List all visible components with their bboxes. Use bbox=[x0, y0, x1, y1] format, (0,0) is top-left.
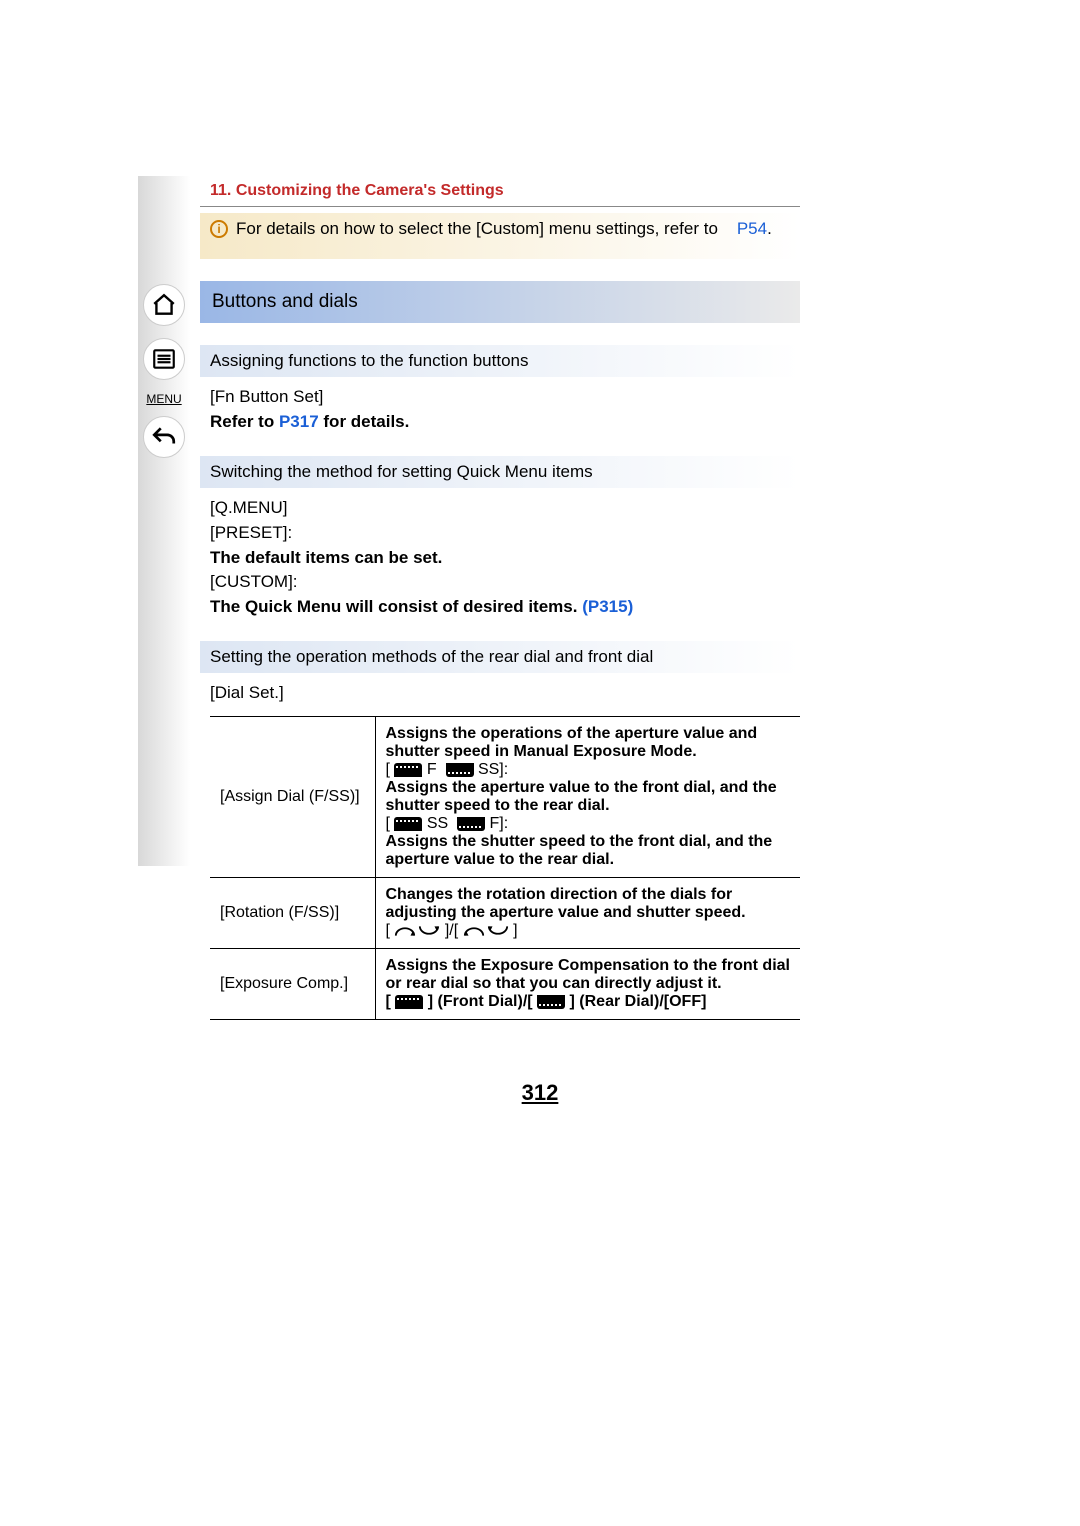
front-dial-icon bbox=[394, 817, 422, 831]
period: . bbox=[767, 219, 772, 238]
table-row: [Rotation (F/SS)] Changes the rotation d… bbox=[210, 878, 800, 949]
row-label: [Assign Dial (F/SS)] bbox=[210, 717, 375, 878]
rear-dial-icon bbox=[537, 995, 565, 1009]
front-dial-icon bbox=[395, 995, 423, 1009]
rear-dial-icon bbox=[446, 763, 474, 777]
opt2-desc: Assigns the shutter speed to the front d… bbox=[386, 833, 791, 869]
fn-item: [Fn Button Set] bbox=[210, 385, 790, 410]
opt-rear: ] (Rear Dial)/ bbox=[570, 993, 664, 1010]
rear-dial-icon bbox=[457, 817, 485, 831]
refer-prefix: Refer to bbox=[210, 412, 279, 431]
table-row: [Exposure Comp.] Assigns the Exposure Co… bbox=[210, 949, 800, 1020]
dial-item: [Dial Set.] bbox=[210, 681, 790, 706]
table-row: [Assign Dial (F/SS)] Assigns the operati… bbox=[210, 717, 800, 878]
row-label: [Rotation (F/SS)] bbox=[210, 878, 375, 949]
chapter-title: Customizing the Camera's Settings bbox=[236, 182, 504, 199]
page-number: 312 bbox=[0, 1080, 1080, 1106]
refer-suffix: for details. bbox=[319, 412, 410, 431]
info-banner: i For details on how to select the [Cust… bbox=[200, 213, 800, 259]
opt-front: ] (Front Dial)/ bbox=[428, 993, 528, 1010]
rotation-ccw-icon bbox=[463, 922, 509, 940]
front-dial-icon bbox=[394, 763, 422, 777]
custom-label: [CUSTOM]: bbox=[210, 570, 790, 595]
row-desc: Changes the rotation direction of the di… bbox=[386, 886, 791, 922]
opt-off: [OFF] bbox=[664, 993, 707, 1010]
custom-desc: The Quick Menu will consist of desired i… bbox=[210, 597, 582, 616]
menu-button[interactable]: MENU bbox=[146, 392, 181, 406]
back-icon bbox=[151, 424, 177, 450]
subheader-qmenu: Switching the method for setting Quick M… bbox=[200, 456, 800, 488]
subheader-fn: Assigning functions to the function butt… bbox=[200, 345, 800, 377]
info-link[interactable]: P54 bbox=[737, 219, 767, 238]
preset-desc: The default items can be set. bbox=[210, 546, 790, 571]
chapter-number: 11. bbox=[210, 182, 231, 199]
row-desc: Assigns the Exposure Compensation to the… bbox=[386, 957, 791, 993]
list-icon bbox=[151, 346, 177, 372]
custom-link[interactable]: (P315) bbox=[582, 597, 633, 616]
opt1-desc: Assigns the aperture value to the front … bbox=[386, 779, 791, 815]
rotation-cw-icon bbox=[394, 922, 440, 940]
back-button[interactable] bbox=[143, 416, 185, 458]
row-desc: Assigns the operations of the aperture v… bbox=[386, 725, 791, 761]
row-label: [Exposure Comp.] bbox=[210, 949, 375, 1020]
opt2-suffix: F]: bbox=[490, 815, 509, 832]
home-icon bbox=[151, 292, 177, 318]
divider bbox=[200, 206, 800, 207]
subheader-dial: Setting the operation methods of the rea… bbox=[200, 641, 800, 673]
section-header: Buttons and dials bbox=[200, 281, 800, 323]
qmenu-item: [Q.MENU] bbox=[210, 496, 790, 521]
info-icon: i bbox=[210, 220, 228, 238]
preset-label: [PRESET]: bbox=[210, 521, 790, 546]
dial-settings-table: [Assign Dial (F/SS)] Assigns the operati… bbox=[210, 716, 800, 1020]
opt1-suffix: SS]: bbox=[478, 761, 508, 778]
list-button[interactable] bbox=[143, 338, 185, 380]
home-button[interactable] bbox=[143, 284, 185, 326]
refer-link[interactable]: P317 bbox=[279, 412, 319, 431]
info-text: For details on how to select the [Custom… bbox=[236, 219, 718, 238]
chapter-heading: 11. Customizing the Camera's Settings bbox=[200, 176, 800, 206]
